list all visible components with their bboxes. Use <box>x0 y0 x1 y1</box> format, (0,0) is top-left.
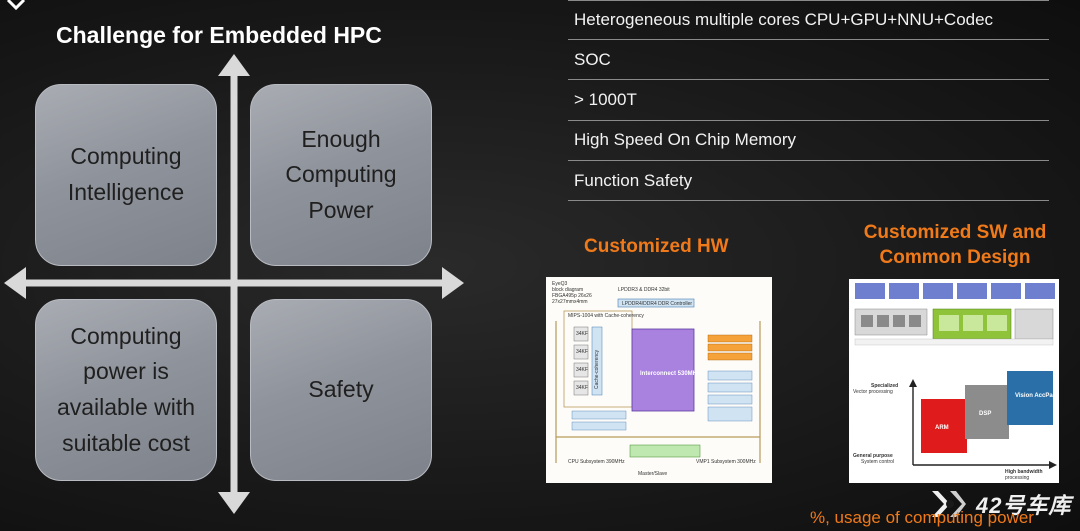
hw-side-block <box>707 334 753 343</box>
hw-bottom-center-label: Master/Slave <box>638 471 667 477</box>
hw-controller-label: LPDDR4/DDR4 DDR Controller <box>622 301 692 307</box>
sw-flow-block <box>855 283 885 299</box>
sw-design-diagram: Specialized Vector processing General pu… <box>849 279 1059 483</box>
hw-core-label: 34KF <box>576 349 588 355</box>
sw-y-top-label: Vector processing <box>853 389 893 395</box>
sw-unit <box>909 315 921 327</box>
sw-flow-block <box>957 283 987 299</box>
hw-core-label: 34KF <box>576 331 588 337</box>
sw-flow-block <box>1025 283 1055 299</box>
hw-side-block <box>707 382 753 393</box>
sw-title-line: Common Design <box>879 247 1031 269</box>
hw-top-label: LPDDR3 & DDR4 32bit <box>618 287 670 293</box>
hw-io-block <box>571 410 627 420</box>
sw-block-label: ARM <box>935 425 949 431</box>
quadrant-enough-computing-power: Enough Computing Power <box>250 84 432 266</box>
customized-sw-title: Customized SW and Common Design <box>852 220 1058 270</box>
sw-unit <box>893 315 905 327</box>
hw-side-label: Cache-coherency <box>594 349 600 389</box>
quadrant-line: Enough <box>301 125 381 152</box>
sw-y-bottom-label: System control <box>861 459 894 465</box>
arrow-up-icon <box>218 54 250 76</box>
requirement-item: Function Safety <box>568 161 1049 202</box>
quadrant-suitable-cost: Computing power is available with suitab… <box>35 299 217 481</box>
requirement-item: > 1000T <box>568 80 1049 121</box>
quadrant-line: Computing <box>70 143 182 170</box>
customized-hw-title: Customized HW <box>584 236 729 257</box>
quadrant-line: suitable cost <box>62 429 190 456</box>
arrow-left-icon <box>4 267 26 299</box>
hw-bottom-left-label: CPU Subsystem 390MHz <box>568 459 625 465</box>
requirement-item: High Speed On Chip Memory <box>568 121 1049 161</box>
hw-interconnect <box>631 328 695 412</box>
hw-core-label: 34KF <box>576 367 588 373</box>
quadrant-line: Safety <box>308 376 374 403</box>
quadrant-line: power is <box>83 358 169 385</box>
requirement-item: Heterogeneous multiple cores CPU+GPU+NNU… <box>568 0 1049 40</box>
hw-mips-label: MIPS-1004 with Cache-coherency <box>568 313 644 319</box>
hw-side-block <box>707 394 753 405</box>
hw-block-diagram: EyeQ3 block diagram FBGA495p 26x26 27x27… <box>546 277 772 483</box>
sw-block-label: Vision AccPac <box>1015 393 1057 399</box>
sw-diagram-svg: Specialized Vector processing General pu… <box>849 279 1059 483</box>
sw-unit <box>877 315 889 327</box>
hw-io-block <box>571 421 627 431</box>
sw-block-label: DSP <box>979 411 991 417</box>
hw-side-block <box>707 352 753 361</box>
hw-diagram-svg: EyeQ3 block diagram FBGA495p 26x26 27x27… <box>546 277 772 483</box>
sw-flow-block <box>923 283 953 299</box>
hw-bottom-block <box>629 444 701 458</box>
quadrant-line: Power <box>308 196 374 223</box>
arrow-down-icon <box>218 492 250 514</box>
quadrant-computing-intelligence: Computing Intelligence <box>35 84 217 266</box>
sw-flow-block <box>889 283 919 299</box>
sw-unit <box>861 315 873 327</box>
sw-unit <box>963 315 983 331</box>
hw-core-label: 34KF <box>576 385 588 391</box>
quadrant-line: available with <box>56 394 196 420</box>
quadrant-safety: Safety <box>250 299 432 481</box>
requirements-list: Heterogeneous multiple cores CPU+GPU+NNU… <box>568 0 1049 202</box>
hw-heading-line: 27x27mmx4mm <box>552 299 588 305</box>
hw-side-block <box>707 343 753 352</box>
sw-bus <box>854 338 1054 346</box>
arrow-right-icon <box>442 267 464 299</box>
quadrant-line: Intelligence <box>67 179 185 205</box>
sw-flow-block <box>991 283 1021 299</box>
hw-side-block <box>707 370 753 381</box>
quadrant-line: Computing <box>285 161 397 188</box>
requirement-item: SOC <box>568 40 1049 81</box>
sw-unit <box>939 315 959 331</box>
sw-layer-block <box>1014 308 1054 340</box>
hw-interconnect-label: Interconnect 530MHz <box>640 371 700 377</box>
hw-bottom-right-label: VMP1 Subsystem 300MHz <box>696 459 756 465</box>
quadrant-line: Computing <box>70 322 182 349</box>
footnote: %, usage of computing power <box>810 508 1034 527</box>
sw-title-line: Customized SW and <box>863 222 1047 243</box>
sw-unit <box>987 315 1007 331</box>
sw-x-label: processing <box>1005 475 1029 481</box>
hw-side-block <box>707 406 753 422</box>
